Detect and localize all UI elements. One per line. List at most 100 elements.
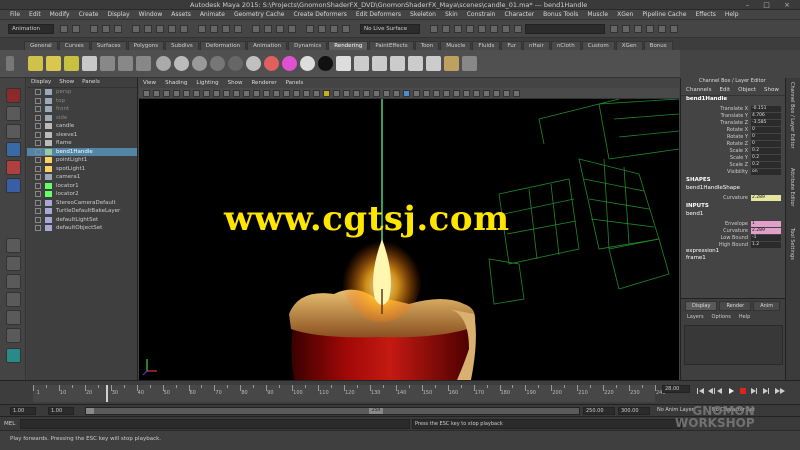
shelf-tab-ncloth[interactable]: nCloth (550, 41, 581, 50)
viewport-tool-icon[interactable] (323, 90, 330, 97)
status-tool-icon[interactable] (252, 25, 260, 33)
outliner-item-pointlight1[interactable]: pointLight1 (27, 156, 137, 165)
status-tool-icon[interactable] (180, 25, 188, 33)
channel-value[interactable]: -0.151 (751, 105, 781, 112)
ramp-shader-icon[interactable] (264, 56, 279, 71)
shelf-tab-dynamics[interactable]: Dynamics (288, 41, 328, 50)
render-current-icon[interactable] (336, 56, 351, 71)
lasso-tool-icon[interactable] (6, 106, 21, 121)
paint-select-icon[interactable] (6, 124, 21, 139)
menu-window[interactable]: Window (139, 11, 163, 18)
channel-row[interactable]: Scale Y 0.2 (681, 154, 785, 161)
expand-icon[interactable] (35, 157, 41, 164)
menu-constrain[interactable]: Constrain (467, 11, 496, 18)
viewport-menu-view[interactable]: View (143, 80, 156, 86)
side-tab[interactable]: Tool Settings (789, 228, 795, 260)
outliner-menu-panels[interactable]: Panels (82, 79, 100, 86)
phonge-material-icon[interactable] (210, 56, 225, 71)
viewport-tool-icon[interactable] (393, 90, 400, 97)
menu-file[interactable]: File (10, 11, 20, 18)
viewport-tool-icon[interactable] (513, 90, 520, 97)
viewport-tool-icon[interactable] (373, 90, 380, 97)
time-slider[interactable]: 1 10 20 30 40 50 60 70 80 90 100 110 120 130 140 150 160… (0, 380, 800, 404)
status-tool-icon[interactable] (156, 25, 164, 33)
status-tool-icon[interactable] (330, 25, 338, 33)
outliner-item-front[interactable]: front (27, 105, 137, 114)
viewport-3d[interactable]: www.cgtsj.com (139, 99, 679, 380)
status-tool-icon[interactable] (72, 25, 80, 33)
range-handle-start[interactable] (86, 408, 94, 414)
layer-menu-layers[interactable]: Layers (687, 314, 704, 320)
status-tool-icon[interactable] (622, 25, 630, 33)
window-controls[interactable]: – □ × (746, 1, 796, 9)
expand-icon[interactable] (35, 199, 41, 206)
status-tool-icon[interactable] (454, 25, 462, 33)
menu-effects[interactable]: Effects (695, 11, 715, 18)
rotate-tool-icon[interactable] (6, 160, 21, 175)
viewport-tool-icon[interactable] (453, 90, 460, 97)
viewport-tool-icon[interactable] (283, 90, 290, 97)
status-tool-icon[interactable] (276, 25, 284, 33)
shelf-tab-rendering[interactable]: Rendering (328, 41, 369, 50)
channel-value[interactable]: -3.585 (751, 119, 781, 126)
layered-shader-icon[interactable] (246, 56, 261, 71)
menu-create[interactable]: Create (79, 11, 99, 18)
playback-start-field[interactable]: 1.00 (48, 407, 74, 415)
menu-edit-deformers[interactable]: Edit Deformers (356, 11, 401, 18)
channel-row[interactable]: Translate Z -3.585 (681, 119, 785, 126)
outliner-item-bend1handle[interactable]: bend1Handle (27, 147, 137, 156)
channel-row[interactable]: Translate X -0.151 (681, 105, 785, 112)
outliner-item-camera1[interactable]: camera1 (27, 173, 137, 182)
playback-controls[interactable] (695, 386, 795, 396)
directional-light-icon[interactable] (64, 56, 79, 71)
camera-aim-icon[interactable] (118, 56, 133, 71)
shelf-tab-surfaces[interactable]: Surfaces (90, 41, 127, 50)
mode-selector[interactable]: Animation (8, 24, 54, 34)
status-tool-icon[interactable] (610, 25, 618, 33)
viewport-tool-icon[interactable] (163, 90, 170, 97)
persp-outliner-icon[interactable] (6, 274, 21, 289)
shelf-menu-icon[interactable] (6, 56, 14, 71)
outliner-item-sleeve1[interactable]: sleeve1 (27, 131, 137, 140)
channel-row[interactable]: Rotate X0 (681, 126, 785, 133)
hypershade-layout-icon[interactable] (6, 310, 21, 325)
status-tool-icon[interactable] (210, 25, 218, 33)
status-tool-icon[interactable] (306, 25, 314, 33)
move-tool-icon[interactable] (6, 142, 21, 157)
shape-node[interactable]: bend1HandleShape (681, 185, 785, 194)
status-tool-icon[interactable] (646, 25, 654, 33)
outliner-item-locator2[interactable]: locator2 (27, 190, 137, 199)
viewport-menu-lighting[interactable]: Lighting (196, 80, 218, 86)
viewport-tool-icon[interactable] (383, 90, 390, 97)
shelf-tab-muscle[interactable]: Muscle (440, 41, 472, 50)
channel-value[interactable]: 0.2 (751, 154, 781, 161)
channel-value[interactable]: 1 (751, 220, 781, 227)
channel-row[interactable]: Scale X 0.2 (681, 147, 785, 154)
start-time-field[interactable]: 1.00 (10, 407, 36, 415)
outliner-item-persp[interactable]: persp (27, 88, 137, 97)
mel-input[interactable] (20, 419, 410, 429)
channel-value[interactable]: 1.2 (751, 241, 781, 248)
render-region-icon[interactable] (462, 56, 477, 71)
viewport-tool-icon[interactable] (433, 90, 440, 97)
shelf-tab-toon[interactable]: Toon (414, 41, 440, 50)
use-background-icon[interactable] (318, 56, 333, 71)
status-tool-icon[interactable] (430, 25, 438, 33)
live-surface-field[interactable]: No Live Surface (360, 24, 420, 34)
status-tool-icon[interactable] (514, 25, 522, 33)
viewport-menu-shading[interactable]: Shading (165, 80, 187, 86)
outliner-item-candle[interactable]: candle (27, 122, 137, 131)
viewport-tool-icon[interactable] (493, 90, 500, 97)
range-handle-end[interactable]: 250 (369, 408, 383, 414)
persp-graph-icon[interactable] (6, 292, 21, 307)
viewport-tool-icon[interactable] (353, 90, 360, 97)
status-tool-icon[interactable] (318, 25, 326, 33)
status-tool-icon[interactable] (90, 25, 98, 33)
expand-icon[interactable] (35, 97, 41, 104)
render-batch-icon[interactable] (426, 56, 441, 71)
viewport-tool-icon[interactable] (443, 90, 450, 97)
side-tab[interactable]: Attribute Editor (789, 168, 795, 206)
viewport-tool-icon[interactable] (263, 90, 270, 97)
menu-xgen[interactable]: XGen (617, 11, 633, 18)
outliner-layout-icon[interactable] (6, 348, 21, 363)
